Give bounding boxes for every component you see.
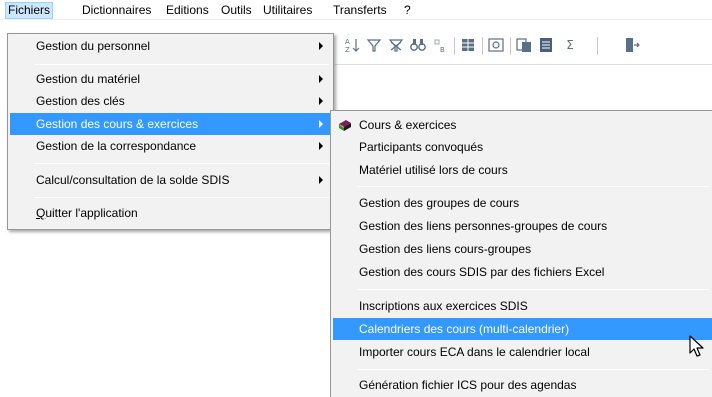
menu-item-participants[interactable]: Participants convoqués: [333, 136, 712, 158]
clear-filter-icon[interactable]: [387, 36, 405, 54]
menu-separator: [357, 369, 709, 370]
sum-icon[interactable]: Σ: [561, 36, 579, 54]
menu-item-label: Participants convoqués: [359, 140, 484, 154]
submenu-arrow-icon: [317, 35, 325, 57]
toolbar-separator: [454, 37, 455, 55]
replace-icon[interactable]: B: [431, 36, 449, 54]
menu-item-liens-personnes-groupes[interactable]: Gestion des liens personnes-groupes de c…: [333, 215, 712, 237]
svg-text:A: A: [345, 38, 350, 46]
menu-item-label: Calcul/consultation de la solde SDIS: [36, 173, 230, 187]
menu-item-label: Gestion des cours SDIS par des fichiers …: [359, 265, 605, 279]
menu-item-materiel-cours[interactable]: Matériel utilisé lors de cours: [333, 159, 712, 181]
submenu-arrow-icon: [317, 90, 325, 112]
menu-item-label: Gestion des liens personnes-groupes de c…: [359, 219, 608, 233]
menu-item-gestion-personnel[interactable]: Gestion du personnel: [10, 35, 331, 57]
export-icon[interactable]: [537, 36, 555, 54]
menu-item-label: Génération fichier ICS pour des agendas: [359, 378, 577, 392]
menu-item-calcul-solde[interactable]: Calcul/consultation de la solde SDIS: [10, 169, 331, 191]
menu-item-label: Gestion des clés: [36, 94, 125, 108]
copy-icon[interactable]: [515, 36, 533, 54]
menu-outils[interactable]: Outils: [219, 2, 254, 19]
menu-separator: [34, 64, 329, 65]
toolbar-separator: [597, 37, 598, 55]
cours-submenu: Cours & exercices Participants convoqués…: [330, 110, 712, 397]
sort-az-icon[interactable]: AZ: [343, 36, 361, 54]
menu-item-label: Matériel utilisé lors de cours: [359, 163, 508, 177]
menu-item-importer-eca[interactable]: Importer cours ECA dans le calendrier lo…: [333, 341, 712, 363]
fichiers-menu: Gestion du personnel Gestion du matériel…: [7, 33, 334, 230]
menu-transferts[interactable]: Transferts: [331, 2, 389, 19]
exit-icon[interactable]: [623, 36, 641, 54]
submenu-arrow-icon: [317, 135, 325, 157]
menu-separator: [34, 163, 329, 164]
menu-bar: Fichiers Dictionnaires Editions Outils U…: [0, 0, 712, 20]
menu-item-label: Inscriptions aux exercices SDIS: [359, 299, 528, 313]
menu-item-gestion-cours[interactable]: Gestion des cours & exercices: [10, 113, 331, 135]
menu-item-cours-excel[interactable]: Gestion des cours SDIS par des fichiers …: [333, 261, 712, 283]
submenu-arrow-icon: [317, 68, 325, 90]
menu-separator: [34, 197, 329, 198]
svg-text:Z: Z: [345, 46, 350, 54]
menu-item-groupes-cours[interactable]: Gestion des groupes de cours: [333, 192, 712, 214]
submenu-arrow-icon: [317, 169, 325, 191]
menu-item-label: Gestion des cours & exercices: [36, 117, 199, 131]
toolbar-border: [335, 64, 712, 65]
toolbar: AZ B Σ: [335, 36, 712, 62]
menu-item-calendriers[interactable]: Calendriers des cours (multi-calendrier): [333, 318, 712, 340]
menu-item-label-rest: uitter l'application: [45, 206, 138, 220]
menu-item-label: Importer cours ECA dans le calendrier lo…: [359, 345, 590, 359]
menu-item-gestion-cles[interactable]: Gestion des clés: [10, 90, 331, 112]
menu-item-label: Quitter l'application: [36, 202, 138, 224]
menu-help[interactable]: ?: [402, 2, 413, 19]
books-icon: [339, 120, 351, 131]
menu-item-label: Gestion du matériel: [36, 72, 141, 86]
menu-item-label: Gestion des liens cours-groupes: [359, 242, 532, 256]
menu-item-generation-ics[interactable]: Génération fichier ICS pour des agendas: [333, 374, 712, 396]
find-icon[interactable]: [409, 36, 427, 54]
toolbar-separator: [510, 37, 511, 55]
svg-text:B: B: [440, 46, 445, 54]
menu-separator: [357, 289, 709, 290]
submenu-arrow-icon: [317, 113, 325, 135]
menu-item-gestion-materiel[interactable]: Gestion du matériel: [10, 68, 331, 90]
menu-item-cours-exercices[interactable]: Cours & exercices: [333, 114, 712, 136]
menu-item-gestion-correspondance[interactable]: Gestion de la correspondance: [10, 135, 331, 157]
toolbar-separator: [482, 37, 483, 55]
filter-icon[interactable]: [365, 36, 383, 54]
print-preview-icon[interactable]: [487, 36, 505, 54]
menu-item-quitter[interactable]: Quitter l'application: [10, 202, 331, 224]
menu-item-label: Gestion des groupes de cours: [359, 196, 520, 210]
menu-utilitaires[interactable]: Utilitaires: [261, 2, 314, 19]
menu-item-inscriptions[interactable]: Inscriptions aux exercices SDIS: [333, 295, 712, 317]
menu-item-label: Calendriers des cours (multi-calendrier): [359, 322, 570, 336]
menu-item-liens-cours-groupes[interactable]: Gestion des liens cours-groupes: [333, 238, 712, 260]
table-view-icon[interactable]: [459, 36, 477, 54]
mnemonic-letter: Q: [36, 206, 46, 220]
menu-item-label: Cours & exercices: [359, 118, 457, 132]
menu-dictionnaires[interactable]: Dictionnaires: [80, 2, 153, 19]
mouse-cursor-icon: [689, 335, 704, 357]
menu-separator: [357, 186, 709, 187]
menu-item-label: Gestion de la correspondance: [36, 139, 197, 153]
menu-item-label: Gestion du personnel: [36, 39, 151, 53]
menu-fichiers[interactable]: Fichiers: [5, 2, 54, 19]
menu-editions[interactable]: Editions: [164, 2, 211, 19]
